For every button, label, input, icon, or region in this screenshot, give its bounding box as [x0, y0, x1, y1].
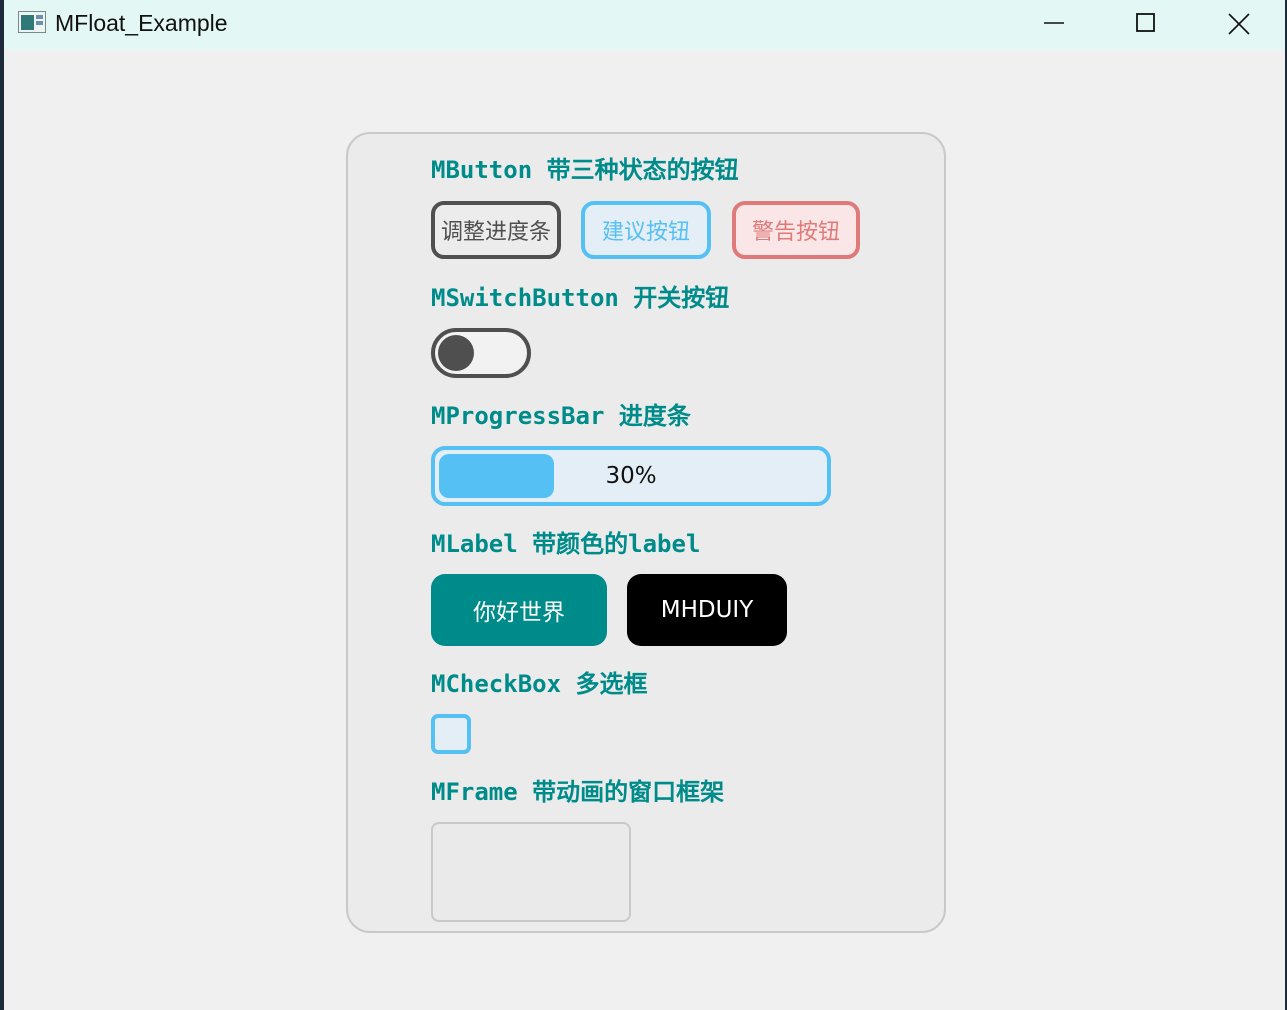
- minimize-icon: [1044, 22, 1064, 24]
- adjust-progress-button[interactable]: 调整进度条: [431, 201, 561, 259]
- warning-button[interactable]: 警告按钮: [732, 201, 860, 259]
- mswitchbutton-section-title: MSwitchButton 开关按钮: [431, 284, 730, 312]
- switch-knob: [438, 335, 474, 371]
- window-title: MFloat_Example: [55, 10, 228, 36]
- animated-frame: [431, 822, 631, 922]
- switch-button[interactable]: [431, 328, 531, 378]
- close-button[interactable]: [1192, 0, 1284, 48]
- mcheckbox-section-title: MCheckBox 多选框: [431, 670, 648, 698]
- close-icon: [1228, 13, 1250, 35]
- mprogressbar-section-title: MProgressBar 进度条: [431, 402, 691, 430]
- checkbox[interactable]: [431, 714, 471, 754]
- minimize-button[interactable]: [1008, 0, 1100, 48]
- mlabel-section-title: MLabel 带颜色的label: [431, 530, 701, 558]
- teal-label: 你好世界: [431, 574, 607, 646]
- black-label: MHDUIY: [627, 574, 787, 646]
- progress-text: 30%: [605, 463, 657, 489]
- title-bar[interactable]: MFloat_Example: [4, 0, 1285, 50]
- app-window: MFloat_Example MButton 带三种状态的按钮 调整进度条 建议…: [4, 0, 1285, 1010]
- progress-bar: 30%: [431, 446, 831, 506]
- mframe-section-title: MFrame 带动画的窗口框架: [431, 778, 725, 806]
- mbutton-section-title: MButton 带三种状态的按钮: [431, 156, 739, 184]
- maximize-icon: [1136, 13, 1155, 32]
- app-icon: [18, 11, 46, 33]
- suggest-button[interactable]: 建议按钮: [581, 201, 711, 259]
- maximize-button[interactable]: [1100, 0, 1192, 48]
